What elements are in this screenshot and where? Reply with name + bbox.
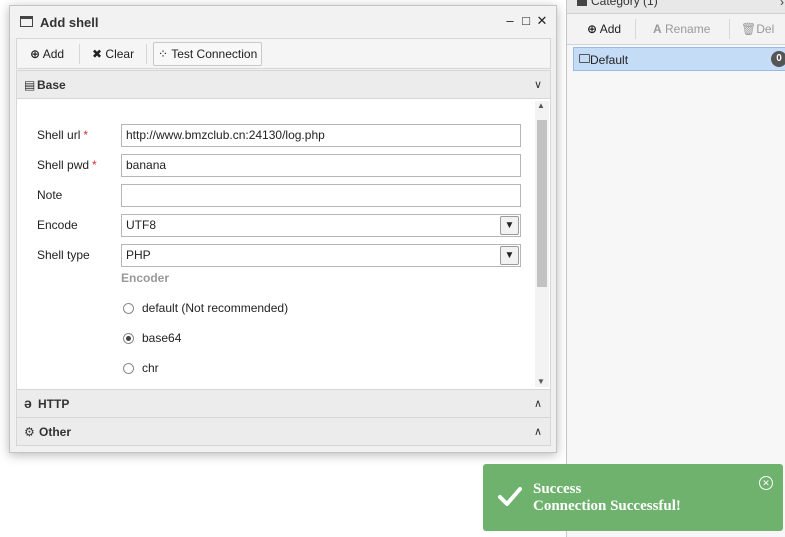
plus-circle-icon: ⊕: [30, 47, 41, 61]
checkmark-icon: [498, 487, 522, 506]
encoder-radio-base64[interactable]: [123, 333, 134, 344]
x-icon: ✖: [92, 47, 103, 61]
category-panel-title: Category (1): [591, 0, 658, 8]
encoder-title: Encoder: [121, 271, 170, 285]
chevron-right-icon[interactable]: ›: [780, 0, 784, 9]
chevron-up-icon: ∧: [533, 426, 542, 438]
section-http-header[interactable]: ə HTTP ∧: [16, 389, 551, 418]
test-connection-button[interactable]: ⁘ Test Connection: [153, 42, 263, 66]
cogs-icon: ⚙: [24, 425, 35, 439]
category-count-badge: 0: [771, 51, 785, 67]
document-icon: ▤: [24, 78, 36, 92]
spinner-icon: ⁘: [158, 47, 169, 61]
toolbar-divider: [79, 44, 80, 64]
encoder-option-label: default (Not recommended): [142, 301, 289, 315]
scrollbar-thumb[interactable]: [537, 120, 547, 287]
minimize-icon[interactable]: –: [503, 13, 517, 28]
category-toolbar: ⊕ Add A Rename 🗑Del: [567, 14, 785, 45]
encoder-option-label: chr: [142, 361, 159, 375]
trash-icon: 🗑: [741, 22, 757, 36]
shell-url-input[interactable]: http://www.bmzclub.cn:24130/log.php: [121, 124, 521, 147]
category-item-default[interactable]: Default 0: [573, 47, 785, 71]
category-panel: Category (1) › ⊕ Add A Rename 🗑Del Defau…: [566, 0, 785, 537]
encode-select[interactable]: UTF8 ▼: [121, 214, 521, 237]
dialog-title: Add shell: [40, 15, 99, 30]
scroll-down-arrow-icon[interactable]: ▼: [537, 377, 545, 386]
encode-label: Encode: [37, 218, 78, 232]
section-other-title: Other: [39, 425, 72, 439]
section-other-header[interactable]: ⚙ Other ∧: [16, 417, 551, 446]
note-label: Note: [37, 188, 63, 202]
encoder-option-label: base64: [142, 331, 182, 345]
chevron-down-icon[interactable]: ▼: [500, 246, 519, 265]
shell-url-label: Shell url: [37, 128, 81, 142]
required-mark: *: [83, 128, 89, 142]
plus-circle-icon: ⊕: [587, 22, 598, 36]
success-toast: Success Connection Successful! ✕: [483, 464, 783, 531]
encode-select-value: UTF8: [126, 218, 156, 232]
add-button[interactable]: ⊕ Add: [25, 42, 69, 66]
category-panel-header: Category (1) ›: [567, 0, 785, 14]
add-shell-dialog: Add shell – □ ✕ ⊕ Add ✖ Clear ⁘ Test Con…: [9, 5, 557, 453]
shell-type-select-value: PHP: [126, 248, 151, 262]
folder-icon: [579, 54, 590, 63]
shell-type-select[interactable]: PHP ▼: [121, 244, 521, 267]
maximize-icon[interactable]: □: [519, 13, 533, 28]
toolbar-divider: [729, 19, 730, 39]
toolbar-divider: [146, 44, 147, 64]
window-icon: [20, 16, 33, 27]
chevron-up-icon: ∧: [533, 398, 542, 410]
category-item-label: Default: [590, 53, 629, 67]
category-icon: [577, 0, 587, 7]
section-http-title: HTTP: [38, 397, 70, 411]
shell-pwd-label: Shell pwd: [37, 158, 90, 172]
shell-pwd-input[interactable]: banana: [121, 154, 521, 177]
font-icon: A: [653, 22, 662, 36]
dialog-toolbar: ⊕ Add ✖ Clear ⁘ Test Connection: [16, 38, 551, 69]
note-input[interactable]: [121, 184, 521, 207]
required-mark: *: [92, 158, 97, 172]
dialog-titlebar[interactable]: Add shell – □ ✕: [10, 6, 556, 38]
category-add-button[interactable]: ⊕ Add: [587, 22, 621, 36]
shell-type-label: Shell type: [37, 248, 90, 262]
close-icon[interactable]: ✕: [759, 476, 773, 490]
encoder-radio-default[interactable]: [123, 303, 134, 314]
vertical-scrollbar[interactable]: ▲ ▼: [535, 101, 549, 387]
chevron-down-icon[interactable]: ▼: [500, 216, 519, 235]
close-icon[interactable]: ✕: [535, 13, 549, 29]
clear-button[interactable]: ✖ Clear: [87, 42, 139, 66]
section-base-header[interactable]: ▤ Base ∨: [16, 70, 551, 99]
category-rename-button[interactable]: A Rename: [653, 22, 710, 36]
section-base-title: Base: [37, 78, 66, 92]
category-delete-button[interactable]: 🗑Del: [741, 22, 774, 36]
scroll-up-arrow-icon[interactable]: ▲: [537, 101, 545, 110]
toast-message: Connection Successful!: [533, 498, 681, 514]
chevron-down-icon: ∨: [533, 79, 542, 91]
radio-checked-dot: [126, 336, 131, 341]
base-section-body: Shell url * http://www.bmzclub.cn:24130/l…: [16, 99, 551, 389]
encoder-radio-chr[interactable]: [123, 363, 134, 374]
toast-title: Success: [533, 481, 582, 497]
ie-icon: ə: [24, 395, 32, 411]
toolbar-divider: [635, 19, 636, 39]
